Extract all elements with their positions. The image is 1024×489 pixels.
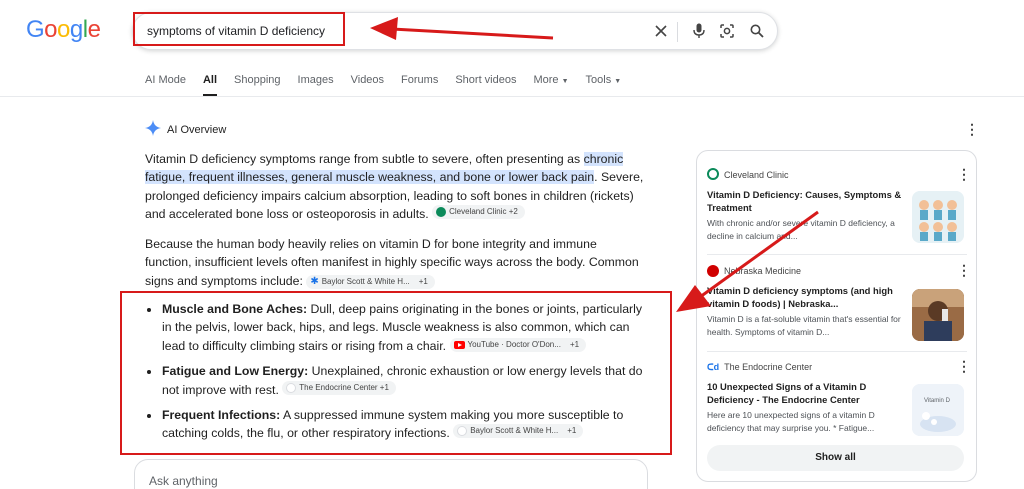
- endocrine-center-logo-icon: ᑕd: [707, 361, 720, 372]
- ask-placeholder: Ask anything: [149, 474, 218, 488]
- gemini-sparkle-icon: [145, 120, 161, 139]
- cleveland-clinic-logo-icon: [707, 168, 719, 182]
- source-site-name: Nebraska Medicine: [724, 266, 802, 276]
- star-logo-icon: ✱: [310, 275, 319, 287]
- list-item: Fatigue and Low Energy: Unexplained, chr…: [145, 362, 645, 399]
- tab-more-label: More: [533, 74, 559, 86]
- source-chip-count: +1: [418, 276, 428, 286]
- source-chip-count: +1: [567, 426, 577, 436]
- youtube-icon: [453, 340, 465, 349]
- logo-letter: g: [69, 16, 83, 43]
- source-site: Nebraska Medicine: [707, 265, 967, 277]
- search-icon[interactable]: [747, 21, 767, 41]
- source-card-snippet: Vitamin D is a fat-soluble vitamin that'…: [707, 314, 901, 337]
- tab-tools[interactable]: Tools ▼: [586, 74, 622, 96]
- tab-videos[interactable]: Videos: [351, 74, 384, 96]
- logo-letter: e: [87, 16, 101, 43]
- ask-anything-input[interactable]: Ask anything: [134, 459, 648, 489]
- search-input[interactable]: symptoms of vitamin D deficiency: [147, 24, 325, 38]
- tab-short-videos[interactable]: Short videos: [455, 74, 516, 96]
- source-chip-label: YouTube · Doctor O'Don...: [467, 339, 561, 349]
- source-site: ᑕd The Endocrine Center: [707, 361, 967, 373]
- ai-text: Vitamin D deficiency symptoms range from…: [145, 152, 584, 166]
- chevron-down-icon: ▼: [614, 78, 622, 85]
- source-card-snippet: Here are 10 unexpected signs of a vitami…: [707, 410, 875, 433]
- tab-images[interactable]: Images: [298, 74, 334, 96]
- search-box[interactable]: symptoms of vitamin D deficiency: [132, 12, 778, 50]
- card-divider: [707, 254, 967, 255]
- google-logo[interactable]: Google: [26, 16, 101, 44]
- search-tabs: AI Mode All Shopping Images Videos Forum…: [145, 74, 638, 96]
- source-chip[interactable]: YouTube · Doctor O'Don... +1: [449, 337, 587, 352]
- source-thumbnail[interactable]: [912, 289, 964, 341]
- source-thumbnail[interactable]: Vitamin D: [912, 384, 964, 436]
- ai-overview-more-icon[interactable]: ⋮: [965, 122, 979, 136]
- source-card-title[interactable]: 10 Unexpected Signs of a Vitamin D Defic…: [707, 380, 903, 406]
- cleveland-clinic-logo-icon: [436, 207, 447, 218]
- source-chip-count: +1: [569, 339, 580, 349]
- source-site-name: The Endocrine Center: [724, 362, 813, 372]
- logo-letter: o: [57, 16, 70, 43]
- show-all-button[interactable]: Show all: [707, 445, 964, 471]
- list-item: Frequent Infections: A suppressed immune…: [145, 406, 645, 443]
- source-site: Cleveland Clinic: [707, 168, 967, 182]
- source-card-snippet: With chronic and/or severe vitamin D def…: [707, 218, 895, 241]
- ai-paragraph-1: Vitamin D deficiency symptoms range from…: [145, 150, 645, 224]
- tab-ai-mode[interactable]: AI Mode: [145, 74, 186, 96]
- lens-icon[interactable]: [717, 21, 737, 41]
- source-chip-label: Baylor Scott & White H...: [321, 276, 410, 286]
- source-chip-label: Baylor Scott & White H...: [470, 426, 559, 436]
- source-card[interactable]: ᑕd The Endocrine Center 10 Unexpected Si…: [707, 359, 971, 436]
- thumbnail-caption: Vitamin D: [924, 398, 950, 404]
- list-item: Muscle and Bone Aches: Dull, deep pains …: [145, 300, 645, 355]
- ai-paragraph-2: Because the human body heavily relies on…: [145, 235, 645, 290]
- source-chip-label: The Endocrine Center +1: [299, 382, 389, 392]
- logo-letter: G: [26, 16, 45, 43]
- tab-all[interactable]: All: [202, 74, 218, 96]
- source-chip[interactable]: Cleveland Clinic +2: [432, 205, 525, 220]
- card-divider: [707, 351, 967, 352]
- bullet-term: Frequent Infections:: [162, 408, 281, 423]
- logo-letter: o: [44, 16, 58, 43]
- card-more-icon[interactable]: ⋮: [957, 167, 971, 181]
- source-chip[interactable]: ✱ Baylor Scott & White H... +1: [306, 274, 435, 289]
- source-chip-label: Cleveland Clinic +2: [449, 207, 518, 217]
- tab-forums[interactable]: Forums: [401, 74, 438, 96]
- source-chip[interactable]: The Endocrine Center +1: [282, 380, 396, 395]
- tab-more[interactable]: More ▼: [533, 74, 568, 96]
- card-more-icon[interactable]: ⋮: [957, 263, 971, 277]
- bullet-term: Muscle and Bone Aches:: [162, 302, 308, 316]
- endocrine-center-logo-icon: [286, 382, 297, 393]
- source-card[interactable]: Cleveland Clinic Vitamin D Deficiency: C…: [707, 167, 971, 243]
- tab-tools-label: Tools: [585, 74, 612, 86]
- symptom-list: Muscle and Bone Aches: Dull, deep pains …: [145, 300, 645, 450]
- ai-overview-title: AI Overview: [167, 123, 227, 136]
- sources-panel: Cleveland Clinic Vitamin D Deficiency: C…: [696, 150, 977, 482]
- header-divider: [0, 96, 1024, 97]
- card-more-icon[interactable]: ⋮: [957, 359, 971, 373]
- search-divider: [677, 22, 678, 42]
- ai-overview-header: AI Overview: [145, 120, 226, 139]
- source-site-name: Cleveland Clinic: [724, 170, 789, 180]
- nebraska-medicine-logo-icon: [707, 265, 719, 277]
- source-thumbnail[interactable]: [912, 191, 964, 243]
- source-card-title[interactable]: Vitamin D Deficiency: Causes, Symptoms &…: [707, 188, 903, 214]
- clear-icon[interactable]: [651, 21, 671, 41]
- chevron-down-icon: ▼: [561, 78, 569, 85]
- source-card-title[interactable]: Vitamin D deficiency symptoms (and high …: [707, 284, 903, 310]
- mic-icon[interactable]: [689, 21, 709, 41]
- baylor-logo-icon: [457, 426, 468, 437]
- source-card[interactable]: Nebraska Medicine Vitamin D deficiency s…: [707, 263, 971, 341]
- source-chip[interactable]: Baylor Scott & White H... +1: [453, 424, 584, 439]
- tab-shopping[interactable]: Shopping: [234, 74, 281, 96]
- bullet-term: Fatigue and Low Energy:: [162, 364, 309, 379]
